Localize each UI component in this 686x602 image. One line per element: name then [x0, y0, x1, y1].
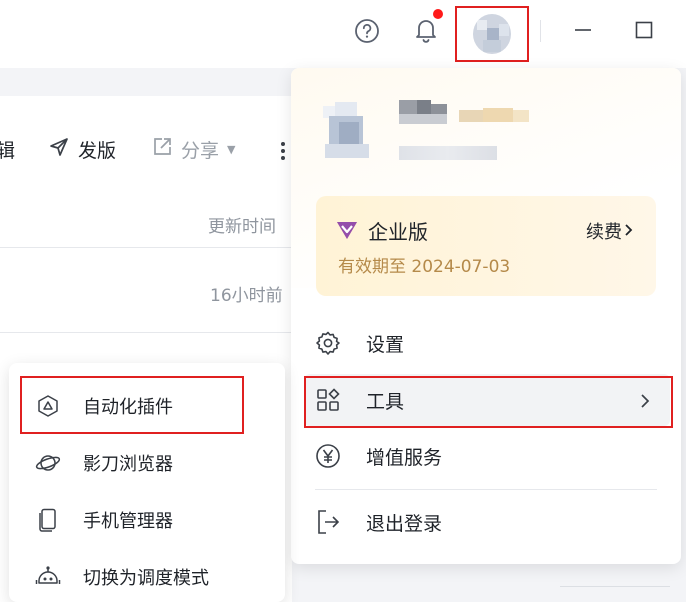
menu-item-label: 设置 [366, 333, 405, 356]
publish-button[interactable]: 发版 [48, 136, 116, 163]
share-label: 分享 [181, 140, 220, 162]
submenu-item-label: 影刀浏览器 [83, 454, 173, 475]
edit-button[interactable]: 辑 [0, 136, 15, 163]
avatar [473, 14, 511, 54]
profile-avatar [315, 96, 379, 164]
enterprise-plan-card: 企业版 续费 有效期至 2024-07-03 [316, 196, 656, 296]
menu-item-value-added[interactable]: 增值服务 [304, 430, 670, 482]
yuan-icon [314, 442, 342, 470]
plan-name: 企业版 [368, 220, 428, 244]
avatar-button[interactable] [455, 6, 529, 62]
minimize-icon[interactable] [571, 18, 595, 42]
more-icon[interactable] [280, 140, 286, 162]
phone-icon [35, 507, 61, 533]
maximize-icon[interactable] [632, 18, 656, 42]
notification-bell-icon[interactable] [412, 15, 440, 45]
header-divider [0, 247, 292, 248]
plan-expiry: 有效期至 2024-07-03 [338, 257, 511, 277]
column-header-updated: 更新时间 [208, 217, 276, 237]
logout-icon [314, 508, 342, 536]
profile-id-blurred [399, 146, 497, 160]
gear-icon [314, 329, 342, 357]
menu-item-logout[interactable]: 退出登录 [304, 496, 670, 548]
row-divider-right [560, 586, 670, 587]
share-button[interactable]: 分享 ▼ [151, 136, 235, 163]
submenu-item-schedule-mode[interactable]: 切换为调度模式 [21, 552, 275, 602]
robot-icon [35, 564, 61, 590]
user-menu: 企业版 续费 有效期至 2024-07-03 设置 工具 增值服务 退出登录 [291, 68, 681, 564]
edit-label: 辑 [0, 140, 16, 162]
help-icon[interactable] [353, 17, 381, 45]
menu-item-label: 退出登录 [366, 512, 443, 535]
notification-badge [433, 9, 443, 19]
automation-plugin-highlight [20, 376, 244, 434]
tools-highlight [304, 376, 673, 428]
profile-name-blurred [399, 100, 533, 134]
top-bar [0, 0, 686, 68]
send-icon [48, 136, 70, 163]
planet-icon [35, 450, 61, 476]
share-icon [151, 136, 173, 163]
renew-label: 续费 [586, 222, 622, 243]
topbar-divider [540, 20, 541, 42]
menu-divider [315, 489, 657, 490]
publish-label: 发版 [78, 140, 117, 162]
submenu-item-browser[interactable]: 影刀浏览器 [21, 438, 275, 488]
menu-item-label: 增值服务 [366, 446, 443, 469]
submenu-item-label: 切换为调度模式 [83, 568, 209, 589]
submenu-item-phone-manager[interactable]: 手机管理器 [21, 495, 275, 545]
row-updated-time: 16小时前 [210, 286, 283, 306]
renew-link[interactable]: 续费 [586, 218, 634, 244]
menu-item-settings[interactable]: 设置 [304, 317, 670, 369]
diamond-icon [334, 218, 360, 242]
caret-down-icon: ▼ [227, 143, 236, 156]
submenu-item-label: 手机管理器 [83, 511, 173, 532]
row-divider [0, 332, 292, 333]
chevron-right-icon [624, 221, 634, 242]
